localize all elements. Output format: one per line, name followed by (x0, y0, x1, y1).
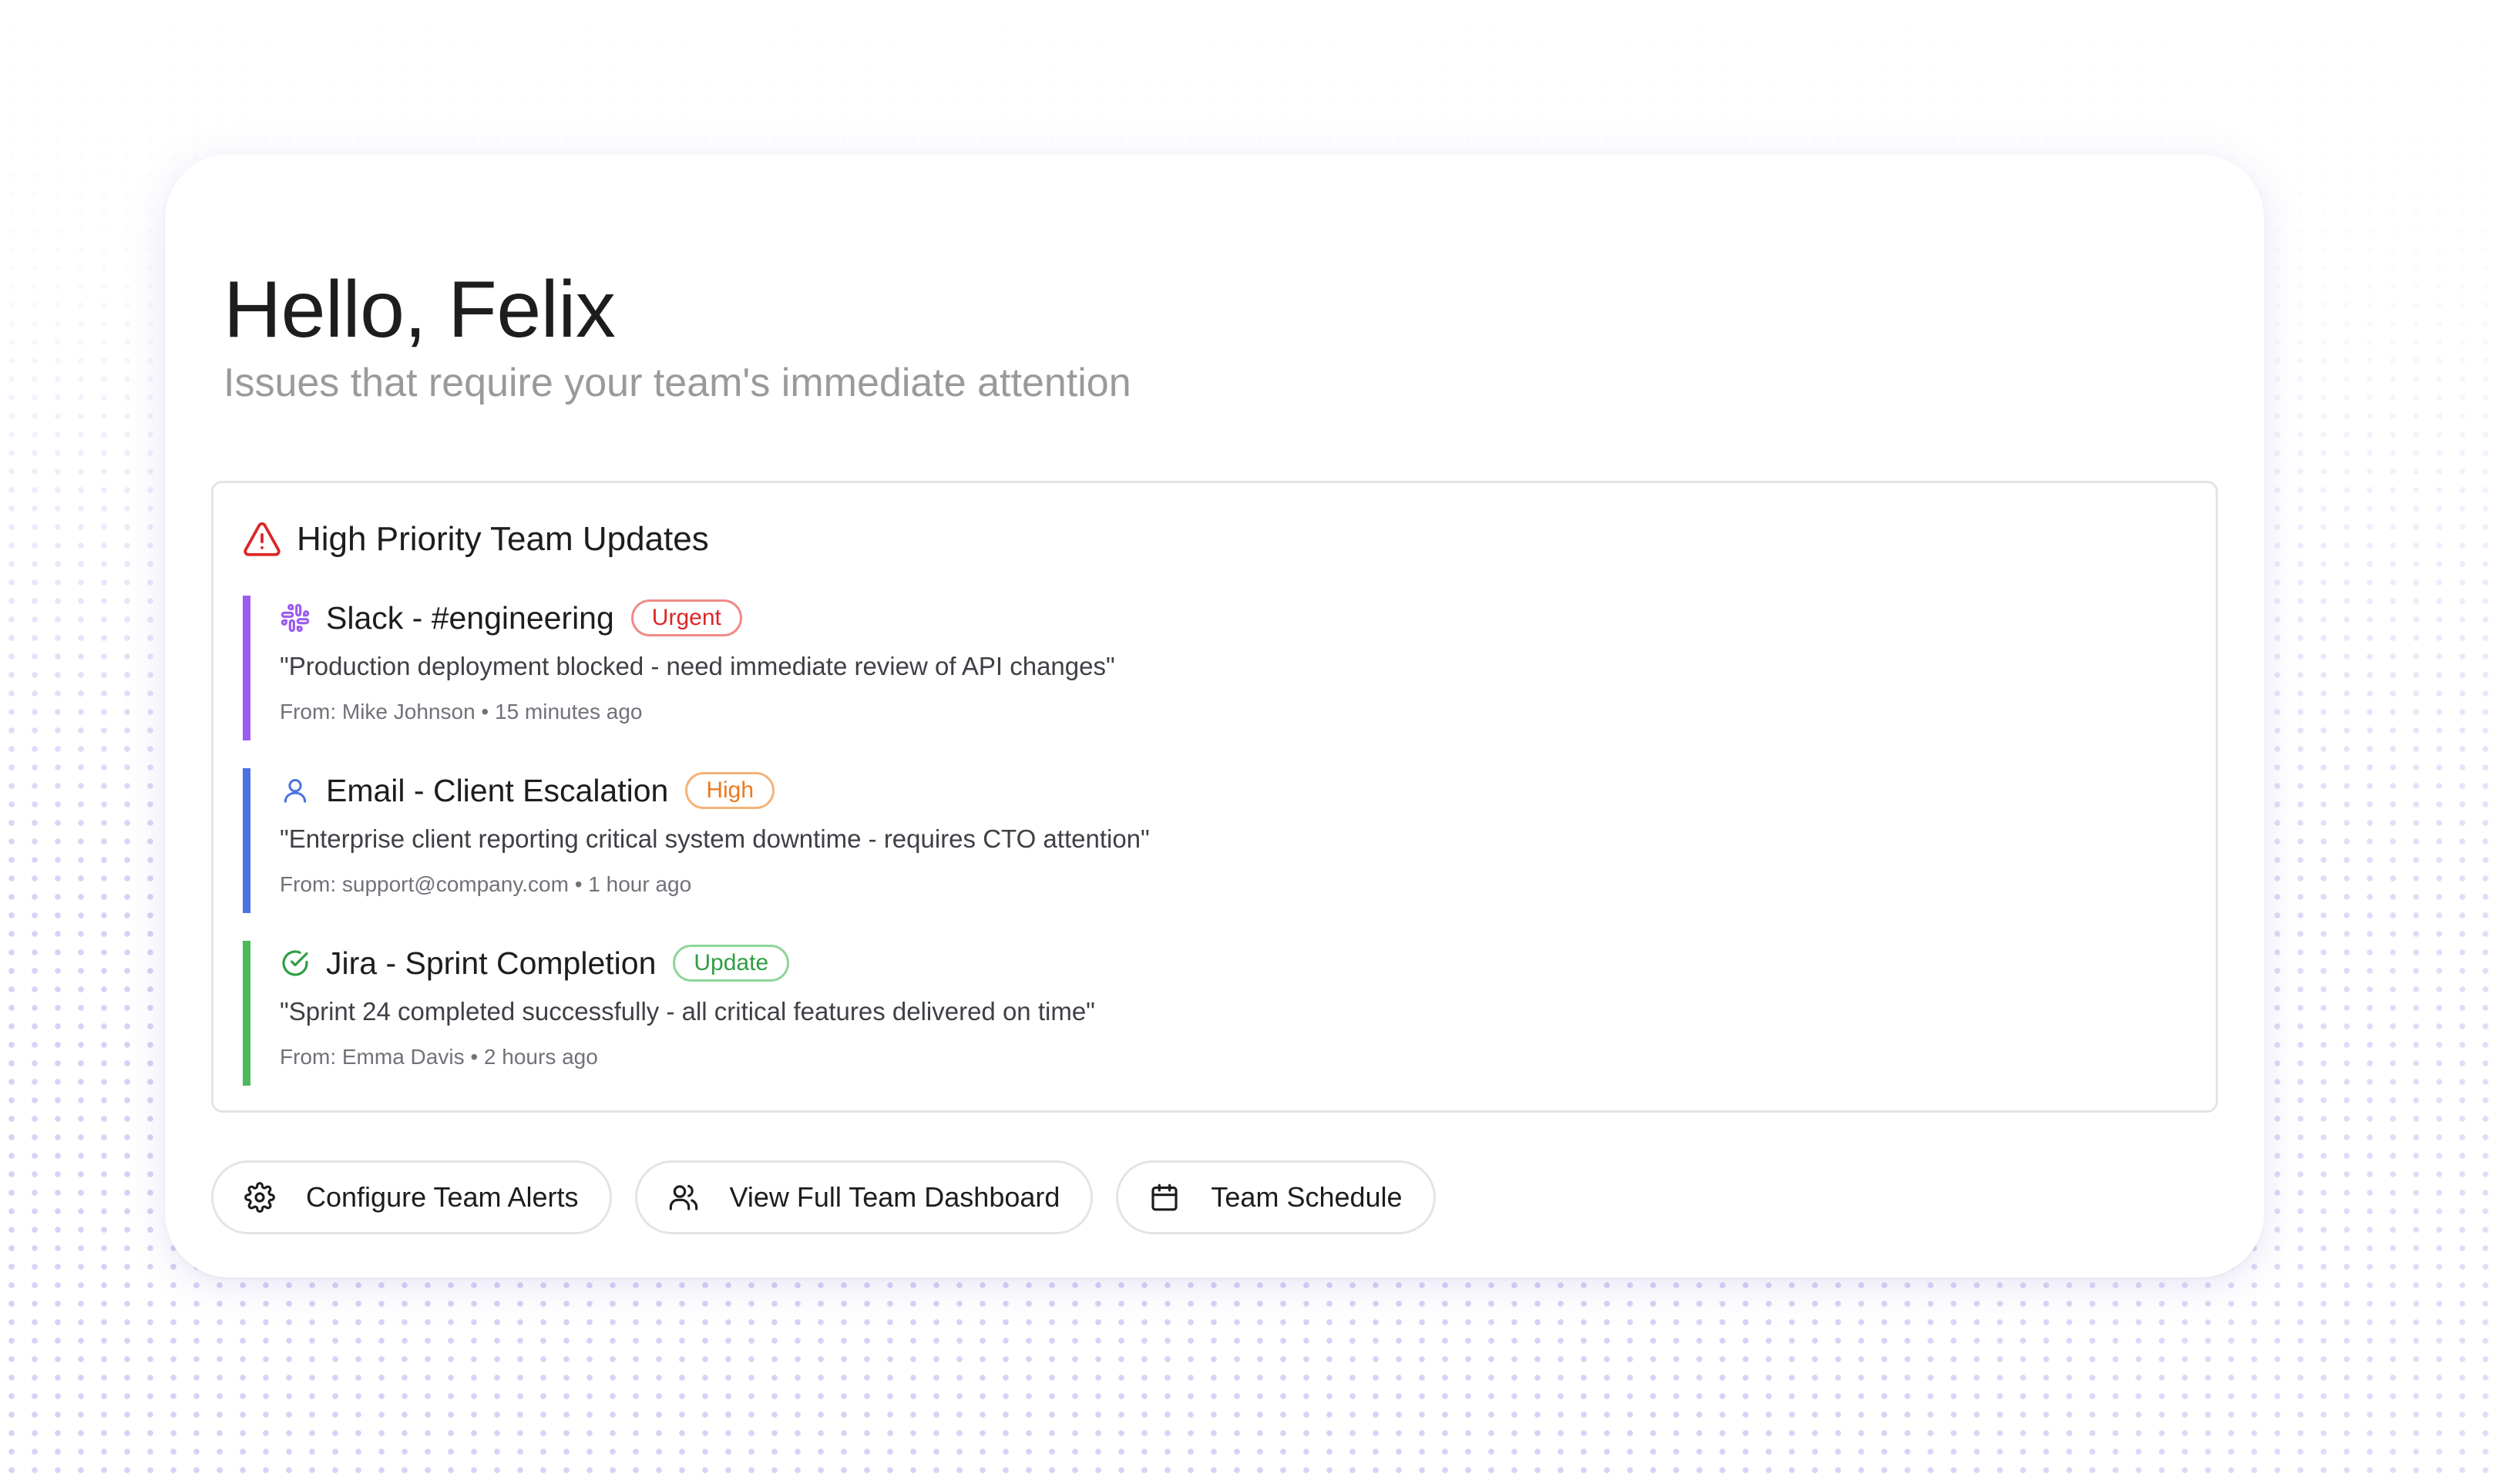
configure-team-alerts-button[interactable]: Configure Team Alerts (211, 1160, 612, 1234)
user-icon (280, 775, 311, 806)
action-label: Team Schedule (1211, 1181, 1403, 1213)
update-item-jira[interactable]: Jira - Sprint Completion Update "Sprint … (243, 941, 2169, 1086)
priority-badge-urgent: Urgent (630, 599, 742, 636)
users-icon (668, 1182, 699, 1213)
update-item-header: Slack - #engineering Urgent (280, 596, 2169, 640)
update-item-email[interactable]: Email - Client Escalation High "Enterpri… (243, 768, 2169, 913)
update-message: "Production deployment blocked - need im… (280, 652, 1115, 680)
update-source: Slack - #engineering (326, 599, 614, 636)
greeting-subtitle: Issues that require your team's immediat… (223, 361, 1131, 405)
update-source: Email - Client Escalation (326, 772, 669, 808)
priority-badge-high: High (685, 772, 775, 809)
action-label: View Full Team Dashboard (729, 1181, 1060, 1213)
update-item-slack[interactable]: Slack - #engineering Urgent "Production … (243, 596, 2169, 740)
slack-icon (280, 603, 311, 633)
gear-icon (244, 1182, 275, 1213)
calendar-icon (1149, 1182, 1180, 1213)
high-priority-panel: High Priority Team Updates Slack - #engi… (211, 481, 2218, 1113)
action-bar: Configure Team Alerts View Full Team Das… (211, 1160, 1436, 1234)
panel-title: High Priority Team Updates (297, 520, 709, 558)
check-circle-icon (280, 948, 311, 979)
greeting-heading: Hello, Felix (223, 265, 616, 354)
update-meta: From: support@company.com • 1 hour ago (280, 871, 692, 896)
update-item-header: Email - Client Escalation High (280, 768, 2169, 813)
team-updates-card: Hello, Felix Issues that require your te… (165, 154, 2264, 1278)
update-item-header: Jira - Sprint Completion Update (280, 941, 2169, 985)
team-schedule-button[interactable]: Team Schedule (1116, 1160, 1436, 1234)
view-team-dashboard-button[interactable]: View Full Team Dashboard (634, 1160, 1094, 1234)
update-message: "Sprint 24 completed successfully - all … (280, 997, 1095, 1026)
action-label: Configure Team Alerts (306, 1181, 579, 1213)
panel-header: High Priority Team Updates (243, 520, 709, 559)
update-meta: From: Emma Davis • 2 hours ago (280, 1044, 598, 1069)
update-message: "Enterprise client reporting critical sy… (280, 824, 1150, 853)
priority-badge-update: Update (673, 945, 790, 982)
update-source: Jira - Sprint Completion (326, 945, 657, 981)
alert-triangle-icon (243, 522, 281, 557)
update-meta: From: Mike Johnson • 15 minutes ago (280, 699, 643, 724)
